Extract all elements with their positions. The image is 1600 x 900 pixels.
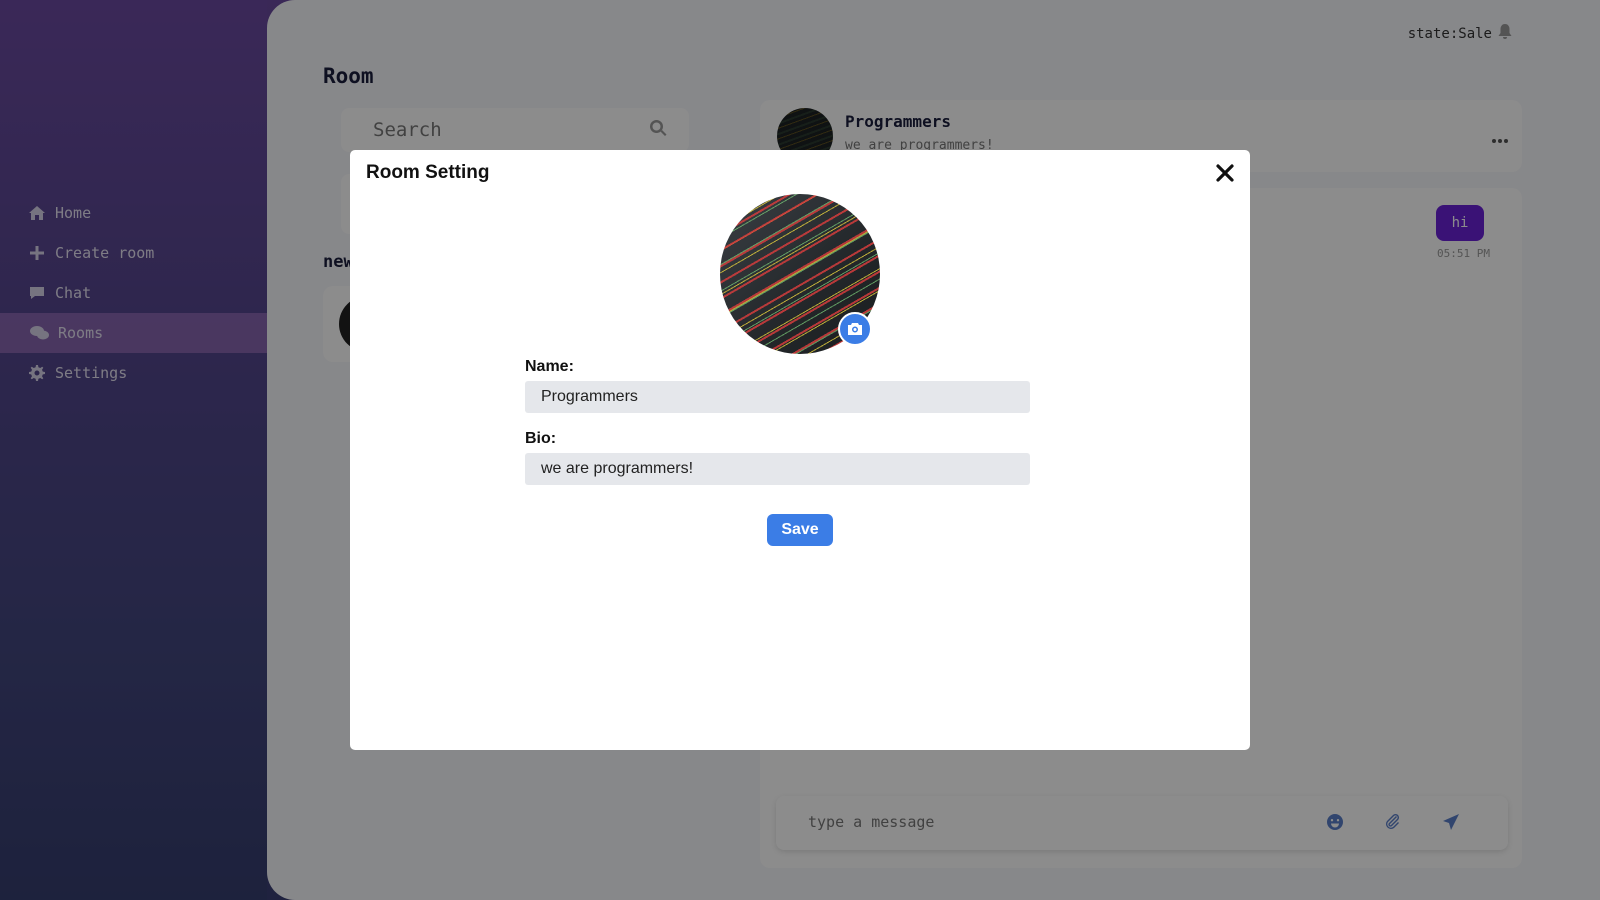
name-label: Name:: [525, 358, 574, 375]
modal-title: Room Setting: [366, 162, 490, 183]
bio-label: Bio:: [525, 430, 557, 447]
camera-icon[interactable]: [838, 312, 872, 346]
save-button[interactable]: Save: [767, 514, 833, 546]
bio-field[interactable]: we are programmers!: [525, 453, 1030, 485]
name-field[interactable]: Programmers: [525, 381, 1030, 413]
room-setting-modal: Room Setting Name: Programmers Bio: we a…: [350, 150, 1250, 750]
close-icon[interactable]: [1214, 162, 1236, 184]
